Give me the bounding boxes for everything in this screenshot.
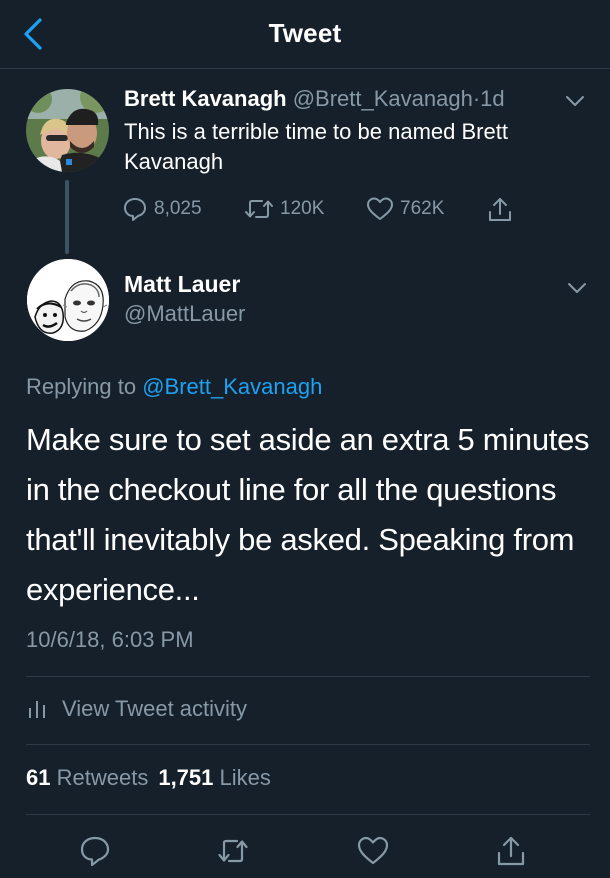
heart-icon xyxy=(367,197,393,220)
replying-to-link[interactable]: @Brett_Kavanagh xyxy=(142,374,322,399)
parent-tweet[interactable]: Brett Kavanagh @Brett_Kavanagh·1d This i… xyxy=(0,69,610,259)
author-handle[interactable]: @MattLauer xyxy=(124,301,245,327)
likes-label: Likes xyxy=(219,765,271,790)
reply-count: 8,025 xyxy=(154,198,202,219)
page-title: Tweet xyxy=(268,18,342,48)
share-icon[interactable] xyxy=(494,834,528,868)
tweet-timestamp: 10/6/18, 6:03 PM xyxy=(26,627,194,652)
chevron-down-icon[interactable] xyxy=(566,281,588,295)
retweet-icon xyxy=(245,200,273,218)
reply-icon xyxy=(124,198,146,221)
divider xyxy=(26,676,590,677)
tweet-age: 1d xyxy=(480,86,505,111)
author-name[interactable]: Matt Lauer xyxy=(124,271,240,298)
engagement-counts: 61 Retweets 1,751 Likes xyxy=(26,765,271,791)
divider xyxy=(26,744,590,745)
author-handle[interactable]: @Brett_Kavanagh xyxy=(293,86,473,111)
like-total: 1,751 xyxy=(158,765,214,790)
retweets-label: Retweets xyxy=(56,765,149,790)
avatar[interactable] xyxy=(26,89,109,172)
top-bar: Tweet xyxy=(0,0,610,69)
like-button[interactable]: 762K xyxy=(366,196,444,222)
likes-stat[interactable]: 1,751 Likes xyxy=(158,765,271,790)
parent-action-bar: 8,025 120K 762K xyxy=(122,196,542,224)
share-button[interactable] xyxy=(486,196,514,224)
activity-icon xyxy=(29,701,45,718)
view-tweet-activity-button[interactable]: View Tweet activity xyxy=(26,694,247,724)
tweet-text: Make sure to set aside an extra 5 minute… xyxy=(26,422,590,607)
replying-to-line: Replying to @Brett_Kavanagh xyxy=(26,374,322,400)
retweet-count: 120K xyxy=(280,198,325,219)
thread-connector xyxy=(65,180,69,254)
reply-author-header: Matt Lauer @MattLauer xyxy=(0,259,610,349)
author-name[interactable]: Brett Kavanagh xyxy=(124,86,287,111)
replying-prefix: Replying to xyxy=(26,374,137,399)
divider xyxy=(26,814,590,815)
retweet-button[interactable]: 120K xyxy=(244,196,324,222)
tweet-action-bar xyxy=(0,834,610,870)
retweet-icon[interactable] xyxy=(216,834,250,868)
share-icon xyxy=(489,198,511,221)
like-count: 762K xyxy=(400,198,445,219)
avatar[interactable] xyxy=(27,259,109,341)
retweets-stat[interactable]: 61 Retweets xyxy=(26,765,148,790)
chevron-down-icon[interactable] xyxy=(564,94,586,108)
reply-button[interactable]: 8,025 xyxy=(122,196,202,222)
parent-author-row: Brett Kavanagh @Brett_Kavanagh·1d xyxy=(124,86,505,112)
retweet-total: 61 xyxy=(26,765,51,790)
parent-tweet-text: This is a terrible time to be named Bret… xyxy=(124,119,508,174)
reply-icon[interactable] xyxy=(78,834,112,868)
activity-label: View Tweet activity xyxy=(62,696,248,721)
heart-icon[interactable] xyxy=(356,834,390,868)
